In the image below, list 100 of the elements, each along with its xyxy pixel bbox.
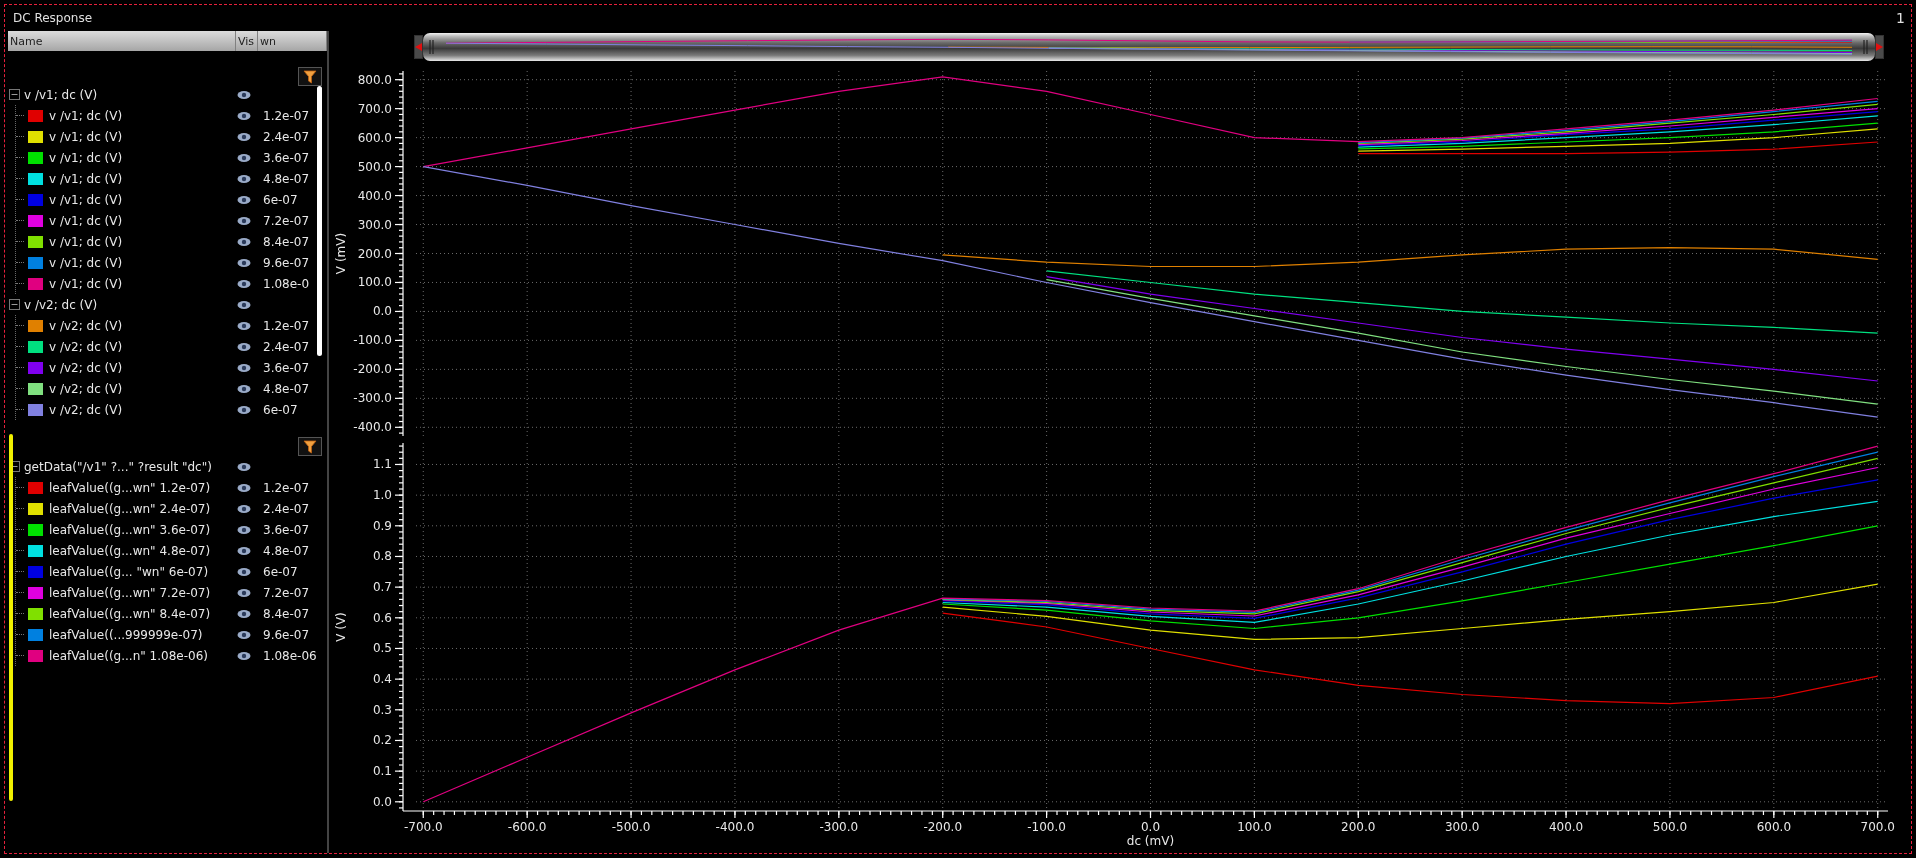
y-tick-label: 200.0 (357, 246, 392, 261)
signal-label[interactable]: leafValue((g...n" 1.08e-06) (49, 648, 208, 663)
eye-icon[interactable] (237, 362, 251, 373)
eye-icon[interactable] (237, 278, 251, 289)
filter-button[interactable] (298, 67, 322, 86)
signal-label[interactable]: v /v1; dc (V) (49, 276, 123, 291)
column-header[interactable]: Vis (236, 31, 258, 51)
x-tick-label: 400.0 (1548, 820, 1584, 834)
eye-icon[interactable] (237, 608, 251, 619)
collapse-icon[interactable] (9, 299, 20, 310)
tree-group-label[interactable]: v /v1; dc (V) (24, 87, 98, 102)
column-header[interactable]: wn (258, 31, 327, 51)
y-tick-label: 0.1 (372, 764, 392, 779)
signal-label[interactable]: v /v1; dc (V) (49, 129, 123, 144)
x-tick-label: -700.0 (403, 820, 443, 834)
tree-group-label[interactable]: getData("/v1" ?..." ?result "dc") (24, 459, 212, 474)
wn-value: 6e-07 (263, 192, 298, 207)
signal-label[interactable]: v /v1; dc (V) (49, 234, 123, 249)
wn-value: 3.6e-07 (263, 150, 310, 165)
y-tick-label: 700.0 (357, 101, 392, 116)
eye-icon[interactable] (237, 257, 251, 268)
eye-icon[interactable] (237, 650, 251, 661)
signal-label[interactable]: leafValue((g...wn" 1.2e-07) (49, 480, 211, 495)
grip-icon (1863, 40, 1869, 54)
signal-label[interactable]: leafValue((g...wn" 7.2e-07) (49, 585, 211, 600)
y-axis-title: V (V) (334, 612, 348, 642)
wn-value: 1.2e-07 (263, 480, 310, 495)
column-header[interactable]: Name (8, 31, 236, 51)
x-tick-label: -300.0 (819, 820, 859, 834)
signal-label[interactable]: v /v2; dc (V) (49, 360, 123, 375)
x-tick-label: 300.0 (1445, 820, 1480, 834)
wn-value: 1.08e-06 (263, 648, 317, 663)
signal-label[interactable]: v /v1; dc (V) (49, 150, 123, 165)
eye-icon[interactable] (237, 89, 251, 100)
eye-icon[interactable] (237, 110, 251, 121)
y-tick-label: 0.0 (372, 304, 392, 319)
grip-icon (429, 40, 435, 54)
scrollbar-thumb[interactable] (317, 86, 322, 356)
eye-icon[interactable] (237, 461, 251, 472)
signal-label[interactable]: v /v1; dc (V) (49, 192, 123, 207)
eye-icon[interactable] (237, 482, 251, 493)
eye-icon[interactable] (237, 131, 251, 142)
wn-value: 4.8e-07 (263, 171, 310, 186)
eye-icon[interactable] (237, 383, 251, 394)
eye-icon[interactable] (237, 341, 251, 352)
eye-icon[interactable] (237, 587, 251, 598)
eye-icon[interactable] (237, 320, 251, 331)
signal-label[interactable]: leafValue((g...wn" 4.8e-07) (49, 543, 211, 558)
wn-value: 1.2e-07 (263, 108, 310, 123)
y-tick-label: 100.0 (357, 275, 392, 290)
eye-icon[interactable] (237, 236, 251, 247)
eye-icon[interactable] (237, 566, 251, 577)
signal-label[interactable]: v /v1; dc (V) (49, 108, 123, 123)
wn-value: 6e-07 (263, 402, 298, 417)
y-tick-label: 1.1 (372, 457, 392, 472)
x-tick-label: -600.0 (507, 820, 547, 834)
wn-value: 4.8e-07 (263, 381, 310, 396)
y-tick-label: 500.0 (357, 159, 392, 174)
eye-icon[interactable] (237, 545, 251, 556)
y-tick-label: 600.0 (357, 130, 392, 145)
signal-label[interactable]: v /v1; dc (V) (49, 213, 123, 228)
overview-scrollbar[interactable] (423, 33, 1875, 61)
x-tick-label: -200.0 (923, 820, 963, 834)
collapse-icon[interactable] (9, 89, 20, 100)
y-tick-label: -400.0 (353, 420, 392, 435)
signal-label[interactable]: v /v1; dc (V) (49, 255, 123, 270)
signal-label[interactable]: v /v2; dc (V) (49, 339, 123, 354)
y-tick-label: 0.4 (372, 672, 392, 687)
signal-label[interactable]: leafValue((g... "wn" 6e-07) (49, 564, 209, 579)
eye-icon[interactable] (237, 152, 251, 163)
signal-label[interactable]: leafValue((g...wn" 3.6e-07) (49, 522, 211, 537)
y-tick-label: -100.0 (353, 333, 392, 348)
scroll-right-button[interactable] (1875, 35, 1884, 59)
wn-value: 1.2e-07 (263, 318, 310, 333)
wn-value: 7.2e-07 (263, 213, 310, 228)
y-tick-label: 0.9 (372, 518, 392, 533)
tree-group-label[interactable]: v /v2; dc (V) (24, 297, 98, 312)
y-tick-label: 300.0 (357, 217, 392, 232)
signal-label[interactable]: leafValue((g...wn" 2.4e-07) (49, 501, 211, 516)
eye-icon[interactable] (237, 299, 251, 310)
filter-button[interactable] (298, 437, 322, 456)
signal-label[interactable]: v /v2; dc (V) (49, 318, 123, 333)
signal-label[interactable]: v /v2; dc (V) (49, 402, 123, 417)
signal-label[interactable]: v /v1; dc (V) (49, 171, 123, 186)
y-tick-label: 400.0 (357, 188, 392, 203)
x-tick-label: -400.0 (715, 820, 755, 834)
x-tick-label: 100.0 (1237, 820, 1272, 834)
scroll-left-button[interactable] (414, 35, 423, 59)
signal-label[interactable]: leafValue((g...wn" 8.4e-07) (49, 606, 211, 621)
eye-icon[interactable] (237, 524, 251, 535)
signal-label[interactable]: v /v2; dc (V) (49, 381, 123, 396)
eye-icon[interactable] (237, 629, 251, 640)
eye-icon[interactable] (237, 404, 251, 415)
wn-value: 3.6e-07 (263, 522, 310, 537)
signal-label[interactable]: leafValue((...999999e-07) (49, 627, 203, 642)
eye-icon[interactable] (237, 173, 251, 184)
y-tick-label: 0.0 (372, 794, 392, 809)
eye-icon[interactable] (237, 215, 251, 226)
eye-icon[interactable] (237, 194, 251, 205)
eye-icon[interactable] (237, 503, 251, 514)
